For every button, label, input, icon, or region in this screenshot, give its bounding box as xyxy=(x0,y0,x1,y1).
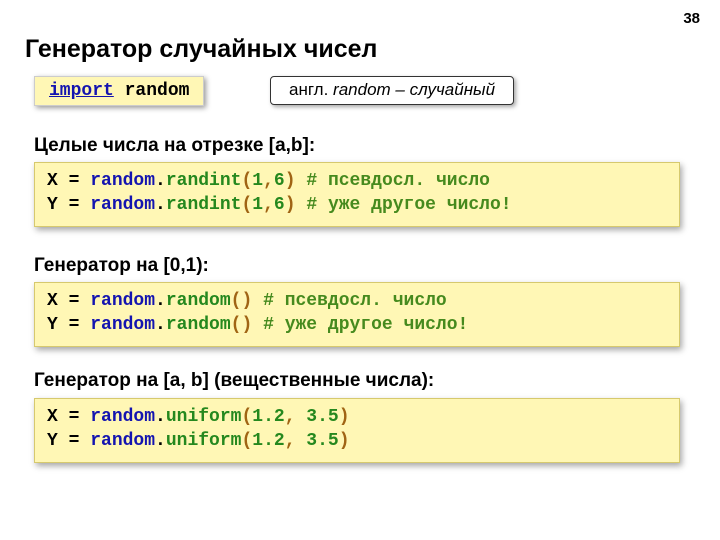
section-heading-randint: Целые числа на отрезке [a,b]: xyxy=(34,135,315,157)
page-title: Генератор случайных чисел xyxy=(25,35,377,64)
code-line: Y = random.uniform(1.2, 3.5) xyxy=(47,429,667,453)
code-line: X = random.randint(1,6) # псевдосл. числ… xyxy=(47,169,667,193)
code-box-random: X = random.random() # псевдосл. число Y … xyxy=(34,282,680,347)
note-translation: случайный xyxy=(410,80,495,99)
note-dash: – xyxy=(391,80,410,99)
section-heading-random: Генератор на [0,1): xyxy=(34,255,209,277)
section-heading-uniform: Генератор на [a, b] (вещественные числа)… xyxy=(34,370,434,392)
translation-note: англ. random – случайный xyxy=(270,76,514,105)
code-line: X = random.random() # псевдосл. число xyxy=(47,289,667,313)
space xyxy=(114,81,125,101)
code-box-randint: X = random.randint(1,6) # псевдосл. числ… xyxy=(34,162,680,227)
note-lang: англ. xyxy=(289,80,328,99)
note-word: random xyxy=(333,80,391,99)
keyword-import: import xyxy=(49,81,114,101)
module-name: random xyxy=(125,81,190,101)
code-line: Y = random.randint(1,6) # уже другое чис… xyxy=(47,193,667,217)
code-line: X = random.uniform(1.2, 3.5) xyxy=(47,405,667,429)
code-box-uniform: X = random.uniform(1.2, 3.5) Y = random.… xyxy=(34,398,680,463)
code-line: Y = random.random() # уже другое число! xyxy=(47,313,667,337)
import-statement: import random xyxy=(34,76,204,106)
page-number: 38 xyxy=(683,10,700,27)
